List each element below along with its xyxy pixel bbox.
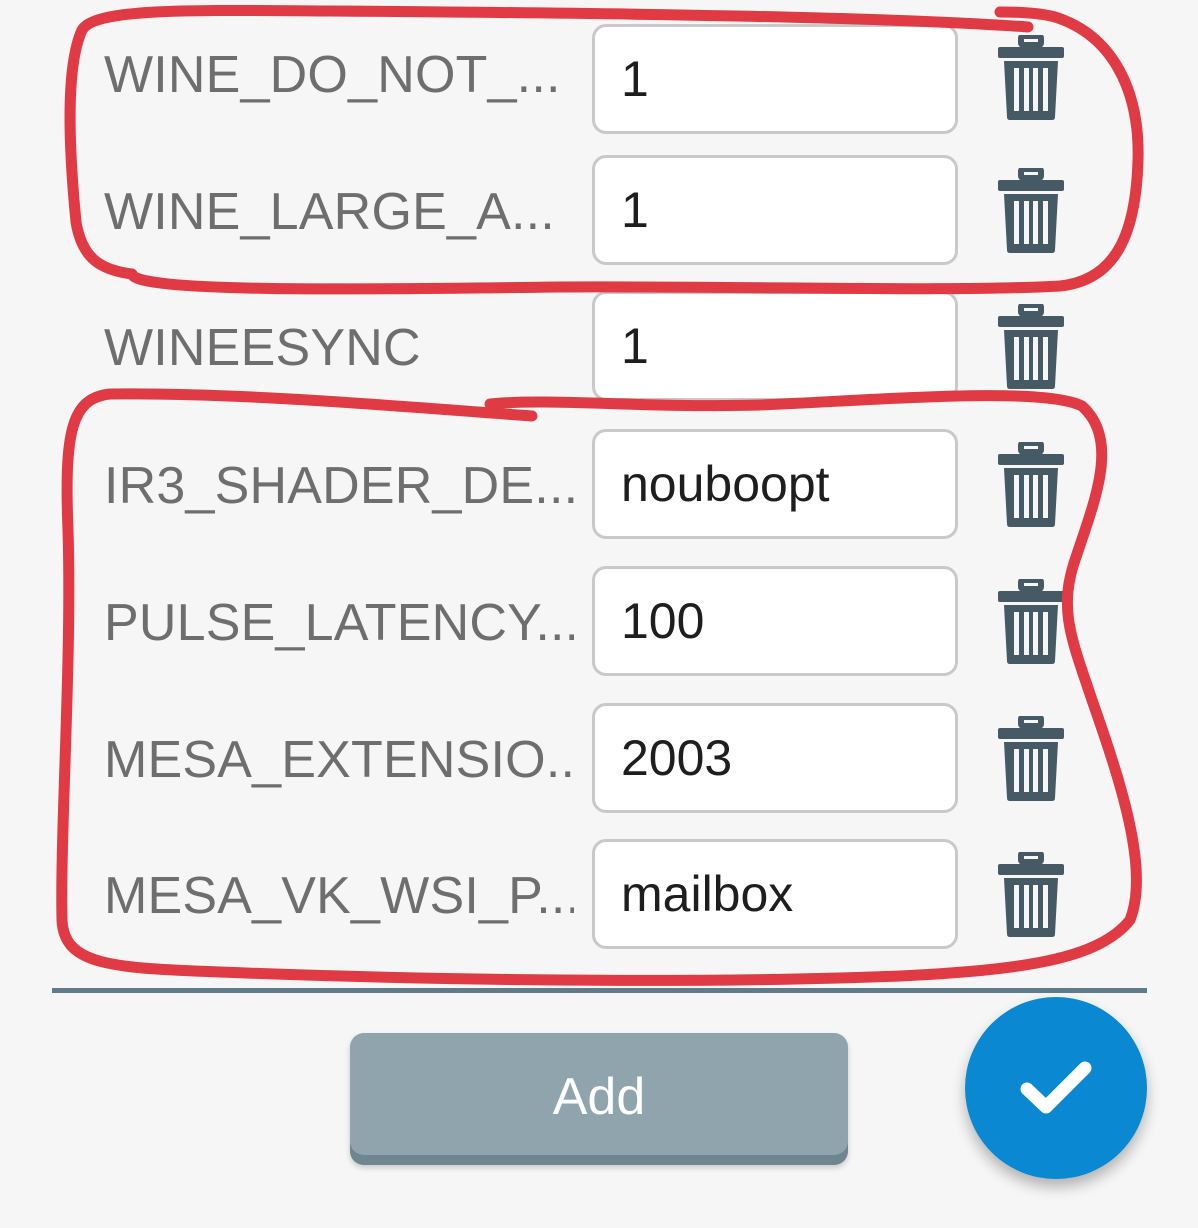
delete-button[interactable] bbox=[990, 297, 1072, 397]
env-var-name: WINE_DO_NOT_... bbox=[104, 45, 561, 104]
trash-icon bbox=[998, 852, 1064, 937]
env-var-row: WINEESYNC bbox=[0, 279, 1198, 416]
env-var-row: WINE_DO_NOT_... bbox=[0, 6, 1198, 143]
delete-button[interactable] bbox=[990, 161, 1072, 261]
checkmark-icon bbox=[1020, 1061, 1092, 1114]
env-var-name: MESA_EXTENSIO... bbox=[104, 730, 574, 789]
delete-button[interactable] bbox=[990, 572, 1072, 672]
confirm-fab[interactable] bbox=[965, 997, 1147, 1179]
env-var-name: PULSE_LATENCY... bbox=[104, 593, 574, 652]
trash-icon bbox=[998, 442, 1064, 527]
env-var-row: MESA_VK_WSI_P... bbox=[0, 827, 1198, 964]
trash-icon bbox=[998, 168, 1064, 253]
delete-button[interactable] bbox=[990, 28, 1072, 128]
delete-button[interactable] bbox=[990, 845, 1072, 945]
env-var-row: MESA_EXTENSIO... bbox=[0, 691, 1198, 828]
env-var-value-input[interactable] bbox=[592, 839, 958, 949]
trash-icon bbox=[998, 35, 1064, 120]
env-var-value-input[interactable] bbox=[592, 291, 958, 401]
env-var-row: WINE_LARGE_A... bbox=[0, 143, 1198, 280]
delete-button[interactable] bbox=[990, 709, 1072, 809]
trash-icon bbox=[998, 716, 1064, 801]
env-var-value-input[interactable] bbox=[592, 566, 958, 676]
env-var-name: IR3_SHADER_DE... bbox=[104, 456, 574, 515]
env-var-name: WINEESYNC bbox=[104, 318, 421, 377]
delete-button[interactable] bbox=[990, 435, 1072, 535]
env-vars-screen: WINE_DO_NOT_... WINE_LARGE_A... WINEESYN… bbox=[0, 0, 1198, 1228]
env-var-value-input[interactable] bbox=[592, 703, 958, 813]
trash-icon bbox=[998, 304, 1064, 389]
env-var-row: IR3_SHADER_DE... bbox=[0, 417, 1198, 554]
env-var-value-input[interactable] bbox=[592, 155, 958, 265]
env-var-row: PULSE_LATENCY... bbox=[0, 554, 1198, 691]
divider bbox=[52, 988, 1147, 993]
add-button[interactable]: Add bbox=[350, 1033, 848, 1165]
trash-icon bbox=[998, 579, 1064, 664]
env-var-name: WINE_LARGE_A... bbox=[104, 182, 555, 241]
env-var-name: MESA_VK_WSI_P... bbox=[104, 866, 574, 925]
env-var-value-input[interactable] bbox=[592, 24, 958, 134]
env-var-value-input[interactable] bbox=[592, 429, 958, 539]
